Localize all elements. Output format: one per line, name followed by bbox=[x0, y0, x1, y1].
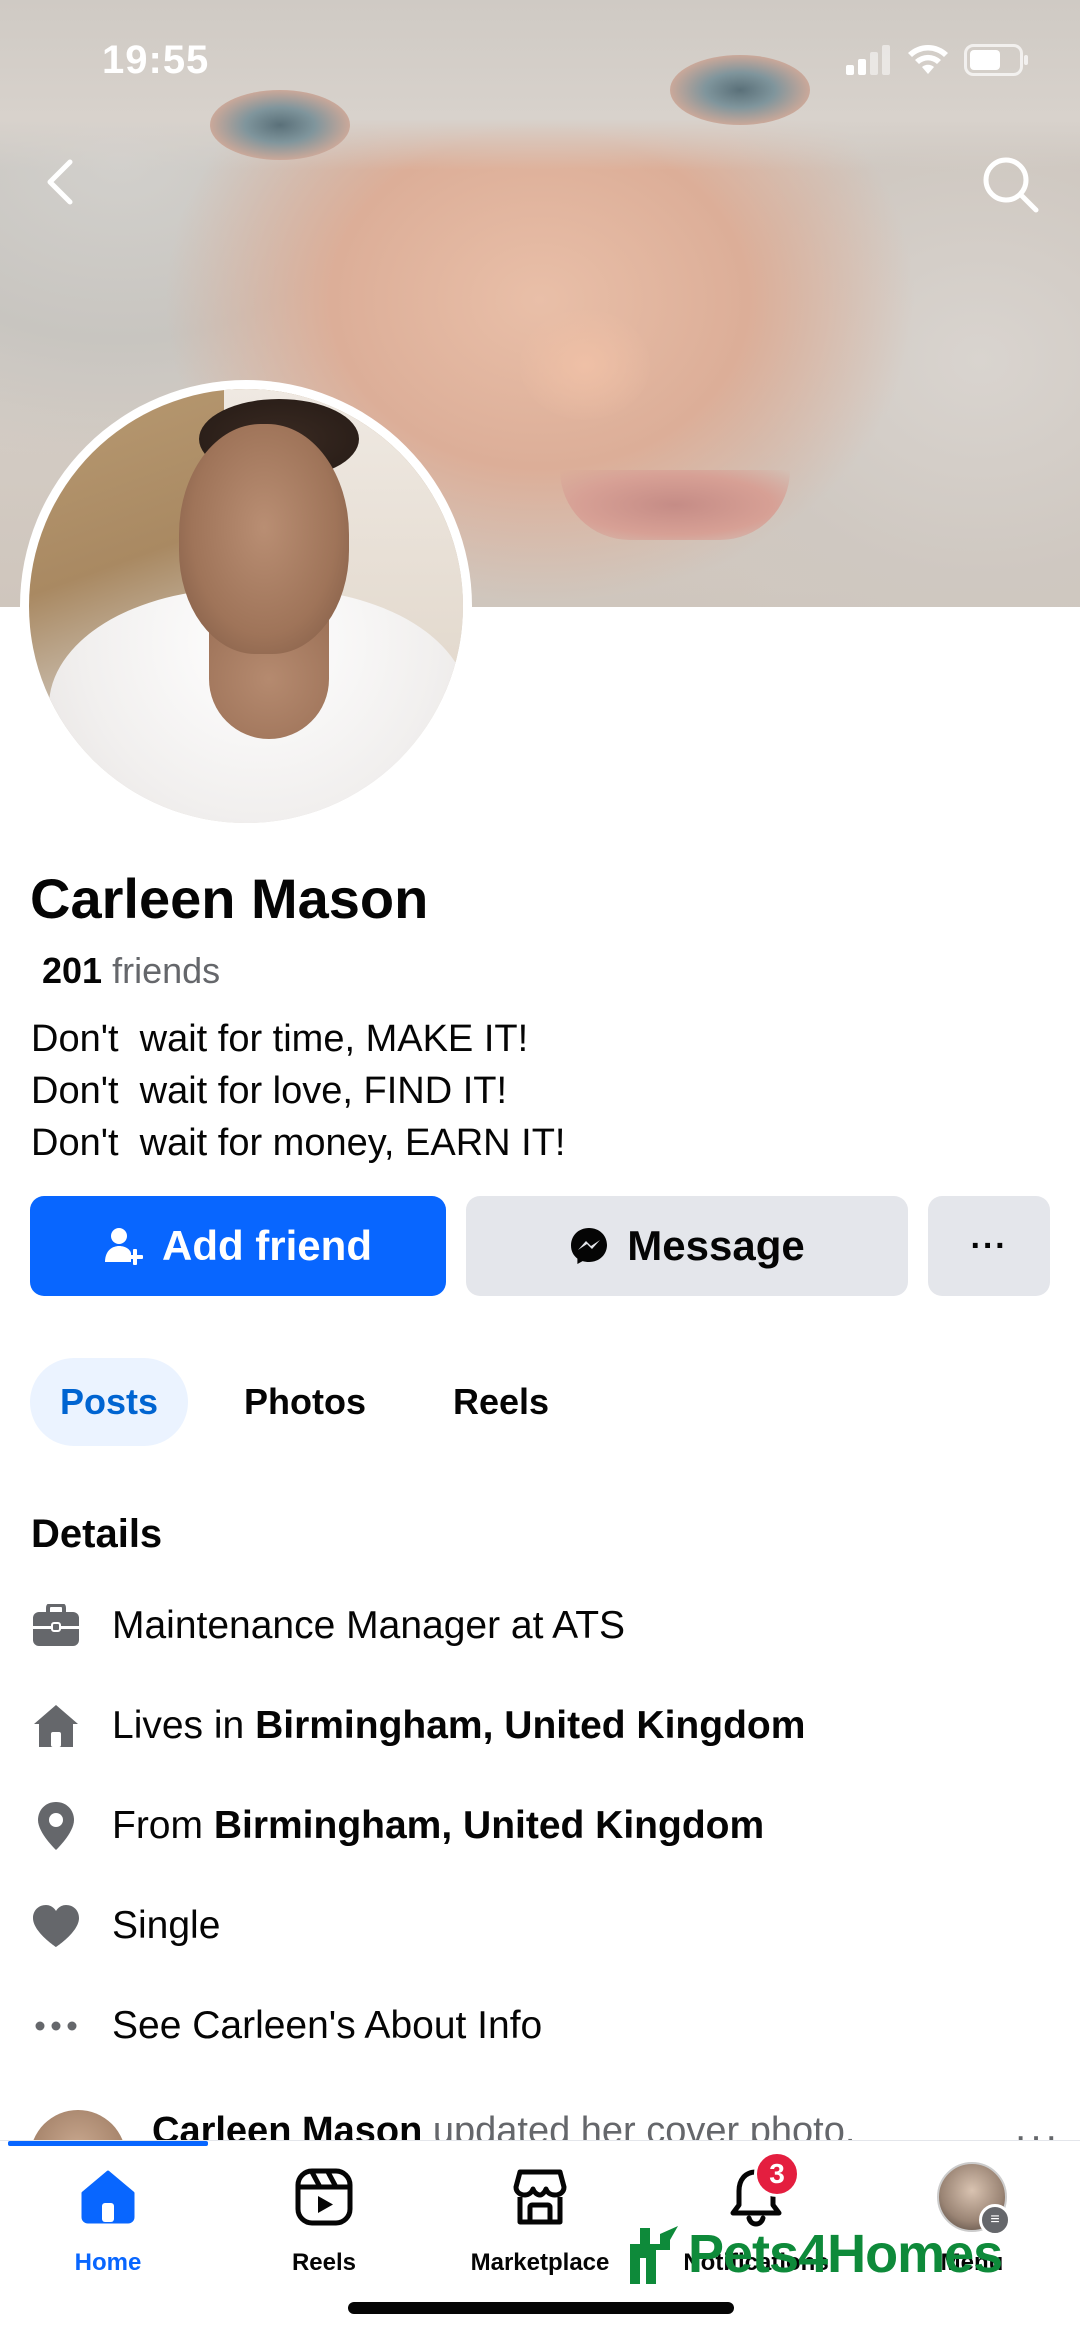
more-dots-icon: ··· bbox=[970, 1226, 1008, 1265]
status-bar: 19:55 bbox=[0, 0, 1080, 120]
ellipsis-icon bbox=[30, 2000, 82, 2052]
more-options-button[interactable]: ··· bbox=[928, 1196, 1050, 1296]
status-time: 19:55 bbox=[102, 38, 210, 82]
message-label: Message bbox=[627, 1222, 805, 1269]
about-info-link[interactable]: See Carleen's About Info bbox=[30, 2000, 542, 2052]
house-icon bbox=[30, 1700, 82, 1752]
bio-line: Don't wait for money, EARN IT! bbox=[31, 1122, 566, 1164]
search-icon bbox=[983, 157, 1039, 213]
nav-reels[interactable]: Reels bbox=[216, 2161, 432, 2277]
briefcase-icon bbox=[30, 1600, 82, 1652]
photo-face bbox=[179, 424, 349, 654]
detail-work: Maintenance Manager at ATS bbox=[30, 1600, 625, 1652]
tab-posts[interactable]: Posts bbox=[30, 1358, 189, 1446]
bio-line: Don't wait for time, MAKE IT! bbox=[31, 1018, 529, 1060]
lives-prefix: Lives in bbox=[112, 1704, 256, 1747]
from-place[interactable]: Birmingham, United Kingdom bbox=[214, 1804, 764, 1847]
nav-reels-label: Reels bbox=[291, 2249, 357, 2276]
from-text: From Birmingham, United Kingdom bbox=[112, 1804, 764, 1848]
add-person-icon bbox=[105, 1228, 143, 1265]
nav-home[interactable]: Home bbox=[0, 2161, 216, 2277]
friends-label: friends bbox=[112, 950, 221, 991]
tab-photos[interactable]: Photos bbox=[214, 1358, 396, 1446]
work-text: Maintenance Manager at ATS bbox=[112, 1604, 626, 1647]
cover-mouth bbox=[560, 470, 790, 540]
lives-in-text: Lives in Birmingham, United Kingdom bbox=[112, 1704, 805, 1748]
friends-count-link[interactable]: 201 friends bbox=[42, 950, 220, 992]
watermark-text: Pets4Homes bbox=[688, 2224, 1003, 2284]
relationship-text: Single bbox=[112, 1904, 221, 1947]
cover-nose bbox=[520, 310, 650, 420]
wifi-icon bbox=[908, 45, 948, 74]
profile-avatar[interactable] bbox=[20, 380, 472, 832]
notification-badge: 3 bbox=[754, 2151, 800, 2197]
signal-icon bbox=[846, 45, 890, 75]
watermark-logo: Pets4Homes bbox=[626, 2222, 1003, 2286]
profile-bio: Don't wait for time, MAKE IT! Don't wait… bbox=[31, 1013, 566, 1169]
location-pin-icon bbox=[30, 1800, 82, 1852]
profile-name: Carleen Mason bbox=[30, 867, 429, 930]
lives-place[interactable]: Birmingham, United Kingdom bbox=[255, 1704, 805, 1747]
nav-marketplace[interactable]: Marketplace bbox=[432, 2161, 648, 2277]
reels-icon bbox=[288, 2161, 360, 2233]
friends-count: 201 bbox=[42, 950, 103, 991]
about-info-text: See Carleen's About Info bbox=[112, 2004, 543, 2047]
status-icons bbox=[846, 44, 1030, 76]
home-indicator bbox=[348, 2302, 734, 2314]
detail-lives: Lives in Birmingham, United Kingdom bbox=[30, 1700, 805, 1752]
active-tab-indicator bbox=[8, 2141, 208, 2146]
messenger-icon bbox=[571, 1228, 608, 1264]
bio-line: Don't wait for love, FIND IT! bbox=[31, 1070, 508, 1112]
add-friend-button[interactable]: Add friend bbox=[30, 1196, 446, 1296]
back-button[interactable] bbox=[38, 152, 82, 212]
marketplace-icon bbox=[504, 2161, 576, 2233]
nav-marketplace-label: Marketplace bbox=[470, 2249, 610, 2276]
battery-icon bbox=[964, 44, 1028, 76]
details-heading: Details bbox=[31, 1512, 163, 1556]
from-prefix: From bbox=[112, 1804, 214, 1847]
detail-from: From Birmingham, United Kingdom bbox=[30, 1800, 764, 1852]
tab-reels[interactable]: Reels bbox=[423, 1358, 579, 1446]
pets4homes-logo-icon bbox=[630, 2226, 678, 2284]
search-button[interactable] bbox=[978, 152, 1042, 216]
add-friend-label: Add friend bbox=[162, 1222, 372, 1269]
home-icon bbox=[72, 2161, 144, 2233]
profile-photo bbox=[29, 389, 463, 823]
message-button[interactable]: Message bbox=[466, 1196, 908, 1296]
detail-relationship: Single bbox=[30, 1900, 220, 1952]
chevron-left-icon bbox=[47, 159, 73, 205]
nav-home-label: Home bbox=[74, 2249, 142, 2276]
heart-icon bbox=[30, 1900, 82, 1952]
